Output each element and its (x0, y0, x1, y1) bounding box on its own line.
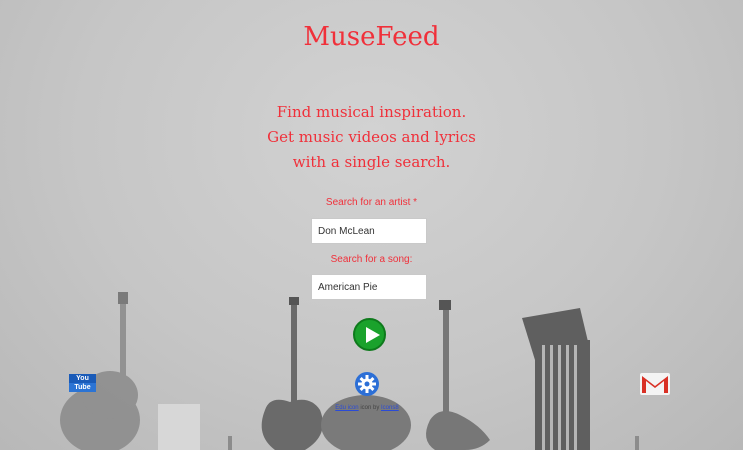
gear-icon[interactable] (355, 372, 379, 396)
tagline-line: with a single search. (292, 153, 451, 171)
youtube-icon[interactable]: You Tube (69, 374, 96, 392)
youtube-you-text: You (69, 374, 96, 383)
tagline-line: Find musical inspiration. (276, 103, 467, 121)
tagline-line: Get music videos and lyrics (267, 128, 476, 146)
page-title: MuseFeed (303, 22, 440, 52)
required-marker: * (413, 197, 418, 208)
tagline: Find musical inspiration. Get music vide… (0, 100, 743, 175)
icon-credit: Edu icon icon by Icons8 (0, 405, 734, 411)
search-play-button[interactable] (353, 318, 386, 351)
song-input[interactable] (311, 274, 427, 300)
artist-label: Search for an artist * (0, 197, 743, 208)
gmail-icon[interactable] (640, 373, 670, 395)
song-label: Search for a song: (330, 254, 413, 265)
artist-input[interactable] (311, 218, 427, 244)
credit-text: icon by (358, 405, 382, 411)
credit-link-icons8[interactable]: Icons8 (381, 405, 399, 411)
youtube-tube-text: Tube (69, 383, 96, 392)
credit-link-icon[interactable]: Edu icon (335, 405, 358, 411)
artist-label-text: Search for an artist (325, 197, 411, 208)
